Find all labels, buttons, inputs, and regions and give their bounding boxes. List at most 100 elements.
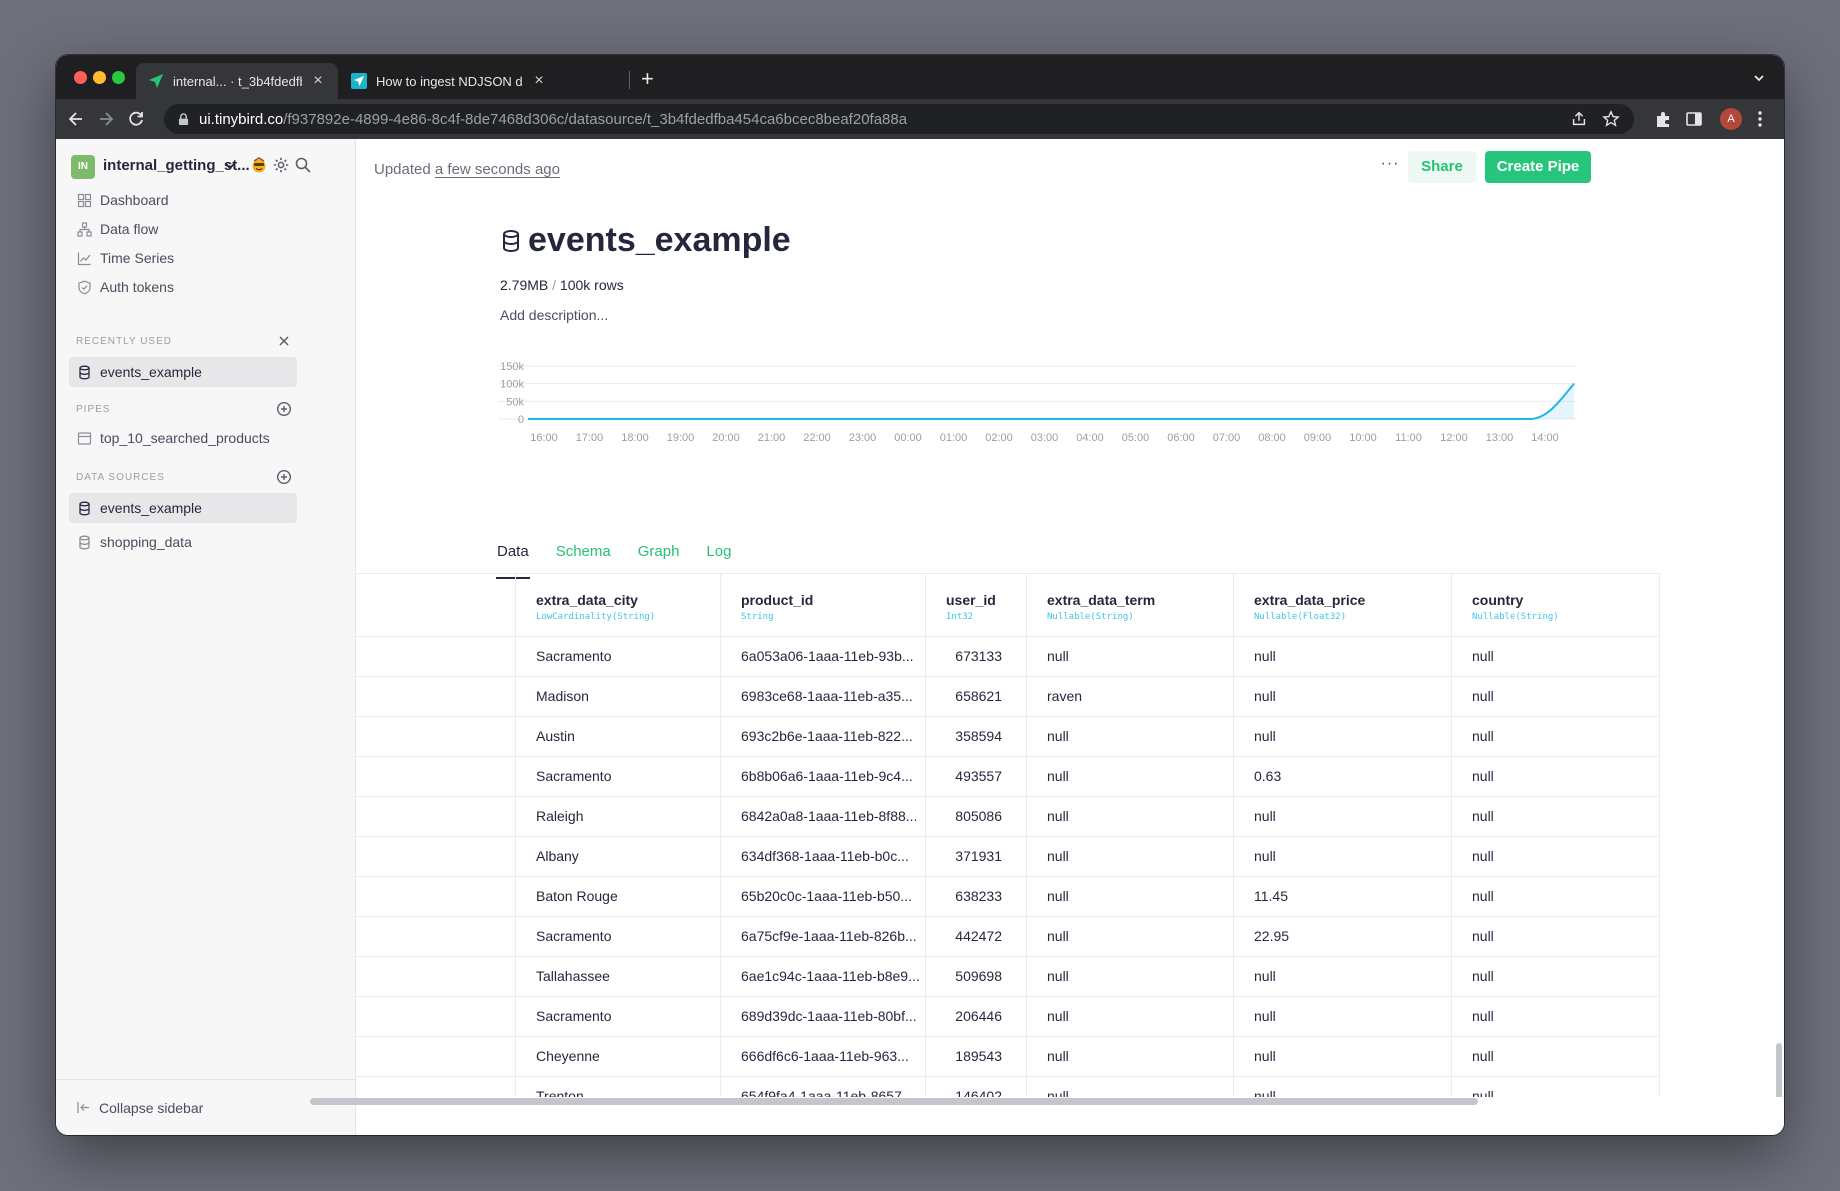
add-pipe-icon[interactable] [276,401,292,417]
sidebar-item-data-flow[interactable]: Data flow [69,215,297,243]
data-source-item-events-example[interactable]: events_example [69,493,297,523]
browser-tab[interactable]: How to ingest NDJSON data · Tinybird × [339,63,559,99]
gear-icon[interactable] [272,156,290,174]
chevron-down-icon[interactable] [223,159,237,173]
back-arrow-icon[interactable] [66,109,86,129]
maximize-window-button[interactable] [112,71,125,84]
table-row[interactable]: viewAustin693c2b6e-1aaa-11eb-822...35859… [356,717,1660,757]
description-field[interactable]: Add description... [500,307,608,323]
column-header[interactable]: country Nullable(String) [1452,574,1660,637]
table-cell-extra-data-price: 22.95 [1234,917,1452,956]
vertical-scrollbar[interactable] [1776,1043,1782,1097]
table-cell-extra-data-term: null [1027,797,1234,836]
table-cell-extra-data-price: null [1234,797,1452,836]
add-data-source-icon[interactable] [276,469,292,485]
sidebar-item-auth-tokens[interactable]: Auth tokens [69,273,297,301]
table-cell-extra-data-term: raven [1027,677,1234,716]
column-header[interactable]: eventLowCardinality(String) [356,574,516,637]
table-row[interactable]: buyBaton Rouge65b20c0c-1aaa-11eb-b50...6… [356,877,1660,917]
table-cell-event: view [356,837,516,876]
extensions-puzzle-icon[interactable] [1653,109,1673,129]
close-tab-icon[interactable]: × [310,72,326,90]
pipe-item-top-10-searched-products[interactable]: top_10_searched_products [69,423,297,453]
table-row[interactable]: buySacramento6b8b06a6-1aaa-11eb-9c4...49… [356,757,1660,797]
browser-tab-active[interactable]: internal... · t_3b4fdedfba454ca6bcec8bea… [136,63,338,99]
table-cell-extra-data-price: null [1234,957,1452,996]
table-cell-extra-data-city: Raleigh [516,797,721,836]
table-cell-extra-data-term: null [1027,1077,1234,1097]
close-window-button[interactable] [74,71,87,84]
x-tick-label: 16:00 [530,432,558,444]
reload-icon[interactable] [126,109,146,129]
data-table[interactable]: eventLowCardinality(String) extra_data_c… [356,573,1784,1097]
column-header[interactable]: user_id Int32 [926,574,1027,637]
tab-title: How to ingest NDJSON data · Tinybird [376,73,523,89]
close-icon[interactable] [276,333,292,349]
table-row[interactable]: remove_item_from_cartCheyenne666df6c6-1a… [356,1037,1660,1077]
address-bar[interactable]: ui.tinybird.co/f937892e-4899-4e86-8c4f-8… [164,104,1634,134]
search-icon[interactable] [294,156,312,174]
table-cell-extra-data-city: Austin [516,717,721,756]
minimize-window-button[interactable] [93,71,106,84]
table-cell-user-id: 206446 [926,997,1027,1036]
table-row[interactable]: buySacramento6a75cf9e-1aaa-11eb-826b...4… [356,917,1660,957]
horizontal-scrollbar[interactable] [310,1098,1478,1105]
table-cell-event: buy [356,757,516,796]
forward-arrow-icon[interactable] [96,109,116,129]
side-panel-icon[interactable] [1684,109,1704,129]
tab-search-chevron-icon[interactable] [1752,71,1766,85]
recent-item-events-example[interactable]: events_example [69,357,297,387]
column-header[interactable]: product_id String [721,574,926,637]
close-tab-icon[interactable]: × [531,72,547,90]
table-cell-product-id: 693c2b6e-1aaa-11eb-822... [721,717,926,756]
new-tab-button[interactable]: + [641,68,654,90]
table-cell-user-id: 805086 [926,797,1027,836]
table-cell-country: null [1452,1037,1660,1076]
updated-status: Updated a few seconds ago [374,161,560,178]
table-cell-country: null [1452,917,1660,956]
x-tick-label: 18:00 [621,432,649,444]
browser-menu-icon[interactable] [1750,109,1770,129]
table-cell-user-id: 371931 [926,837,1027,876]
x-tick-label: 11:00 [1395,432,1422,444]
table-cell-country: null [1452,997,1660,1036]
data-source-item-shopping-data[interactable]: shopping_data [69,527,297,557]
table-row[interactable]: viewRaleigh6842a0a8-1aaa-11eb-8f88...805… [356,797,1660,837]
table-cell-extra-data-city: Trenton [516,1077,721,1097]
bookmark-star-icon[interactable] [1602,110,1620,128]
more-options-button[interactable]: ··· [1378,155,1402,179]
column-header[interactable]: extra_data_city LowCardinality(String) [516,574,721,637]
table-cell-extra-data-term: null [1027,997,1234,1036]
table-row[interactable]: remove_item_from_cartSacramento6a053a06-… [356,637,1660,677]
x-tick-label: 20:00 [712,432,740,444]
table-row[interactable]: viewSacramento689d39dc-1aaa-11eb-80bf...… [356,997,1660,1037]
table-cell-product-id: 65b20c0c-1aaa-11eb-b50... [721,877,926,916]
sidebar-item-time-series[interactable]: Time Series [69,244,297,272]
x-tick-label: 08:00 [1258,432,1286,444]
share-page-icon[interactable] [1570,110,1588,128]
profile-avatar[interactable]: A [1720,108,1742,130]
table-cell-user-id: 358594 [926,717,1027,756]
emoji-face-icon[interactable] [250,156,268,174]
updated-time-link[interactable]: a few seconds ago [435,161,560,178]
table-row[interactable]: viewAlbany634df368-1aaa-11eb-b0c...37193… [356,837,1660,877]
column-header[interactable]: extra_data_term Nullable(String) [1027,574,1234,637]
column-header[interactable]: extra_data_price Nullable(Float32) [1234,574,1452,637]
table-row[interactable]: remove_item_from_cartTallahassee6ae1c94c… [356,957,1660,997]
tinybird-favicon-icon [149,74,163,88]
sidebar-item-dashboard[interactable]: Dashboard [69,186,297,214]
create-pipe-button[interactable]: Create Pipe [1485,151,1591,183]
table-cell-event: remove_item_from_cart [356,1037,516,1076]
table-row[interactable]: viewTrenton654f9fa4-1aaa-11eb-8657...146… [356,1077,1660,1097]
table-row[interactable]: searchMadison6983ce68-1aaa-11eb-a35...65… [356,677,1660,717]
lock-icon[interactable] [178,112,189,126]
table-cell-extra-data-price: 0.63 [1234,757,1452,796]
collapse-sidebar-button[interactable]: Collapse sidebar [56,1079,355,1135]
table-cell-product-id: 689d39dc-1aaa-11eb-80bf... [721,997,926,1036]
table-cell-country: null [1452,797,1660,836]
pipes-heading: PIPES [76,404,111,415]
table-cell-country: null [1452,637,1660,676]
share-button[interactable]: Share [1408,151,1476,183]
x-tick-label: 19:00 [667,432,695,444]
sidebar-item-label: events_example [100,500,202,516]
